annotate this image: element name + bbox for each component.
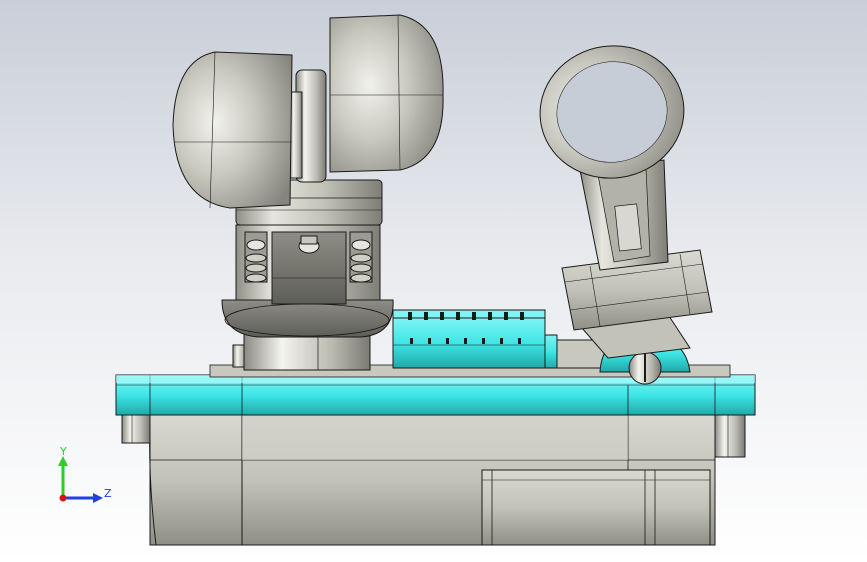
- screw-center: [298, 235, 320, 254]
- view-triad: Y Z: [58, 445, 112, 503]
- right-lever-assembly: [539, 45, 713, 385]
- graphics-viewport[interactable]: Y Z: [0, 0, 867, 562]
- triad-z-label: Z: [104, 487, 112, 500]
- cad-model-view[interactable]: Y Z: [0, 0, 867, 562]
- screw-stack-right: [349, 231, 373, 283]
- triad-y-label: Y: [59, 445, 67, 458]
- screw-stack-left: [244, 231, 268, 283]
- triad-origin-icon: [59, 494, 67, 502]
